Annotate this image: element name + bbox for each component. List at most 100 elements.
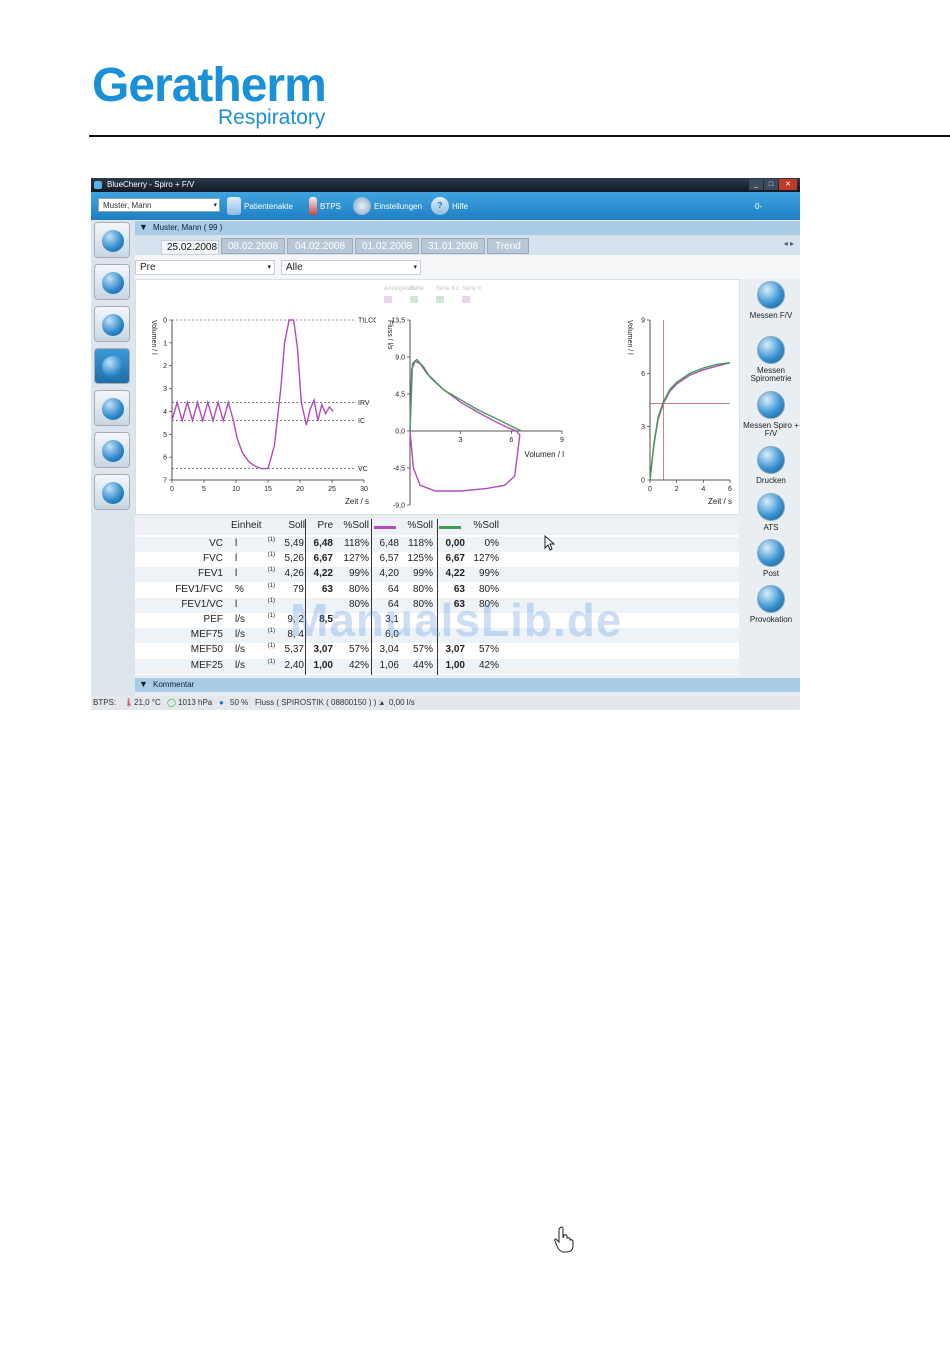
series-line bbox=[409, 360, 521, 492]
y-tick-label: 4,5 bbox=[395, 392, 405, 399]
status-btps-label: BTPS: bbox=[93, 698, 117, 707]
cell-v3: 4,22 bbox=[445, 568, 465, 580]
minimize-button[interactable]: _ bbox=[749, 179, 763, 190]
droplet-icon: ● bbox=[219, 698, 224, 707]
x-tick-label: 0 bbox=[648, 486, 652, 493]
spiro-module-icon bbox=[102, 356, 124, 378]
patient-header[interactable]: ▼ Muster, Mann ( 99 ) bbox=[135, 221, 800, 235]
tab-date-4[interactable]: 01.02.2008 bbox=[355, 238, 419, 254]
module-button-spiro[interactable] bbox=[94, 348, 130, 384]
cell-unit: l/s bbox=[235, 644, 245, 656]
ats-label: ATS bbox=[763, 523, 779, 532]
cell-pct: 99% bbox=[348, 568, 369, 580]
logo-main-text: Geratherm bbox=[92, 59, 327, 112]
phase-select[interactable]: Pre ▾ bbox=[135, 260, 275, 275]
cell-v3: 1,00 bbox=[445, 659, 465, 671]
cell-pct: 127% bbox=[343, 553, 369, 565]
module-button-7[interactable] bbox=[94, 474, 130, 510]
cell-unit: l bbox=[235, 598, 238, 610]
cell-unit: l/s bbox=[235, 614, 245, 625]
messen-spiro-fv-button[interactable]: Messen Spiro + F/V bbox=[742, 391, 800, 438]
tab-scroll-arrows[interactable]: ◂ ▸ bbox=[784, 239, 794, 248]
flow-volume-chart: AnzeigetabelSerie Serie Ku Serie Ir3 6 913,5… bbox=[384, 286, 564, 510]
y-axis-label: Fluss / l/s bbox=[386, 320, 393, 350]
tab-date-2[interactable]: 08.02.2008 bbox=[221, 238, 285, 254]
cell-p3: 127% bbox=[473, 553, 499, 565]
module-button-1[interactable] bbox=[94, 222, 130, 258]
cell-pre: 4,22 bbox=[313, 568, 333, 580]
watermark: ManualsLib.de bbox=[290, 594, 623, 646]
patient-select-value: Muster, Mann bbox=[103, 201, 152, 210]
patient-select[interactable]: Muster, Mann ▾ bbox=[98, 198, 220, 212]
chevron-down-icon: ▾ bbox=[267, 264, 271, 271]
provokation-button[interactable]: Provokation bbox=[742, 585, 800, 624]
post-label: Post bbox=[762, 569, 779, 578]
module-button-2[interactable] bbox=[94, 264, 130, 300]
mouse-pointer-icon bbox=[544, 535, 556, 551]
x-tick-label: 6 bbox=[728, 486, 732, 493]
cell-note: (1) bbox=[267, 658, 275, 665]
tab-date-3[interactable]: 04.02.2008 bbox=[287, 238, 353, 254]
y-axis-label: Volumen / l bbox=[150, 320, 157, 355]
module-button-6[interactable] bbox=[94, 432, 130, 468]
provokation-label: Provokation bbox=[749, 615, 793, 624]
cell-soll: 4,26 bbox=[284, 568, 304, 580]
cell-v2: 6,48 bbox=[379, 538, 399, 549]
cell-note: (1) bbox=[267, 567, 275, 574]
messen-spiro-fv-label: Messen Spiro + F/V bbox=[743, 421, 799, 438]
tab-trend[interactable]: Trend bbox=[487, 238, 529, 254]
module-7-icon bbox=[102, 482, 124, 504]
x-tick-label: 25 bbox=[328, 486, 336, 493]
cell-p2: 125% bbox=[407, 553, 433, 565]
thermometer-icon: 🌡 bbox=[124, 698, 135, 707]
post-button[interactable]: Post bbox=[742, 539, 800, 578]
y-tick-label: 2 bbox=[163, 363, 167, 370]
curve-select[interactable]: Alle ▾ bbox=[281, 260, 421, 275]
tab-date-1[interactable]: 25.02.2008 bbox=[161, 240, 219, 255]
header-pre: Pre bbox=[317, 520, 333, 531]
x-axis-label: Volumen / l bbox=[524, 450, 564, 459]
main-toolbar: Muster, Mann ▾ Patientenakte BTPS Einste… bbox=[91, 192, 800, 220]
cell-pct: 118% bbox=[344, 538, 369, 549]
key-button[interactable]: 0- bbox=[755, 197, 762, 215]
close-button[interactable]: ✕ bbox=[779, 179, 797, 190]
module-2-icon bbox=[102, 272, 124, 294]
einstellungen-label: Einstellungen bbox=[374, 201, 423, 211]
module-5-icon bbox=[102, 398, 124, 420]
patient-file-icon bbox=[227, 197, 241, 215]
series-pre2-color-swatch bbox=[374, 526, 396, 529]
module-button-3[interactable] bbox=[94, 306, 130, 342]
status-flow-indicator-icon: ▴ bbox=[380, 698, 385, 707]
cell-soll: 2,40 bbox=[284, 659, 304, 671]
window-titlebar: BlueCherry - Spiro + F/V _ □ ✕ bbox=[91, 178, 800, 192]
ats-icon bbox=[757, 493, 785, 521]
play-icon bbox=[757, 336, 785, 364]
cell-name: PEF bbox=[203, 614, 223, 625]
collapse-triangle-icon: ▼ bbox=[139, 679, 148, 689]
einstellungen-button[interactable]: Einstellungen bbox=[353, 197, 422, 215]
kommentar-header[interactable]: ▼ Kommentar bbox=[135, 678, 800, 692]
btps-button[interactable]: BTPS bbox=[309, 197, 341, 215]
series-line bbox=[649, 362, 731, 481]
header-einheit: Einheit bbox=[231, 520, 262, 531]
maximize-button[interactable]: □ bbox=[764, 179, 778, 190]
y-tick-label: 0 bbox=[641, 478, 645, 485]
cell-pre: 1,00 bbox=[313, 659, 333, 671]
messen-fv-button[interactable]: Messen F/V bbox=[742, 281, 800, 320]
cell-unit: l bbox=[235, 568, 238, 580]
cell-unit: l/s bbox=[235, 659, 245, 671]
x-tick-label: 9 bbox=[560, 437, 564, 444]
tab-date-5[interactable]: 31.01.2008 bbox=[421, 238, 485, 254]
cell-note: (1) bbox=[267, 552, 275, 559]
patientenakte-button[interactable]: Patientenakte bbox=[227, 197, 293, 215]
hilfe-button[interactable]: ? Hilfe bbox=[431, 197, 468, 215]
ats-button[interactable]: ATS bbox=[742, 493, 800, 532]
date-tabs: 25.02.2008 08.02.2008 04.02.2008 01.02.2… bbox=[135, 235, 800, 255]
drucken-label: Drucken bbox=[756, 476, 786, 485]
drucken-button[interactable]: Drucken bbox=[742, 446, 800, 485]
messen-spirometrie-button[interactable]: Messen Spirometrie bbox=[742, 336, 800, 383]
patientenakte-label: Patientenakte bbox=[244, 201, 293, 211]
module-6-icon bbox=[102, 440, 124, 462]
module-button-5[interactable] bbox=[94, 390, 130, 426]
btps-label: BTPS bbox=[320, 201, 341, 211]
